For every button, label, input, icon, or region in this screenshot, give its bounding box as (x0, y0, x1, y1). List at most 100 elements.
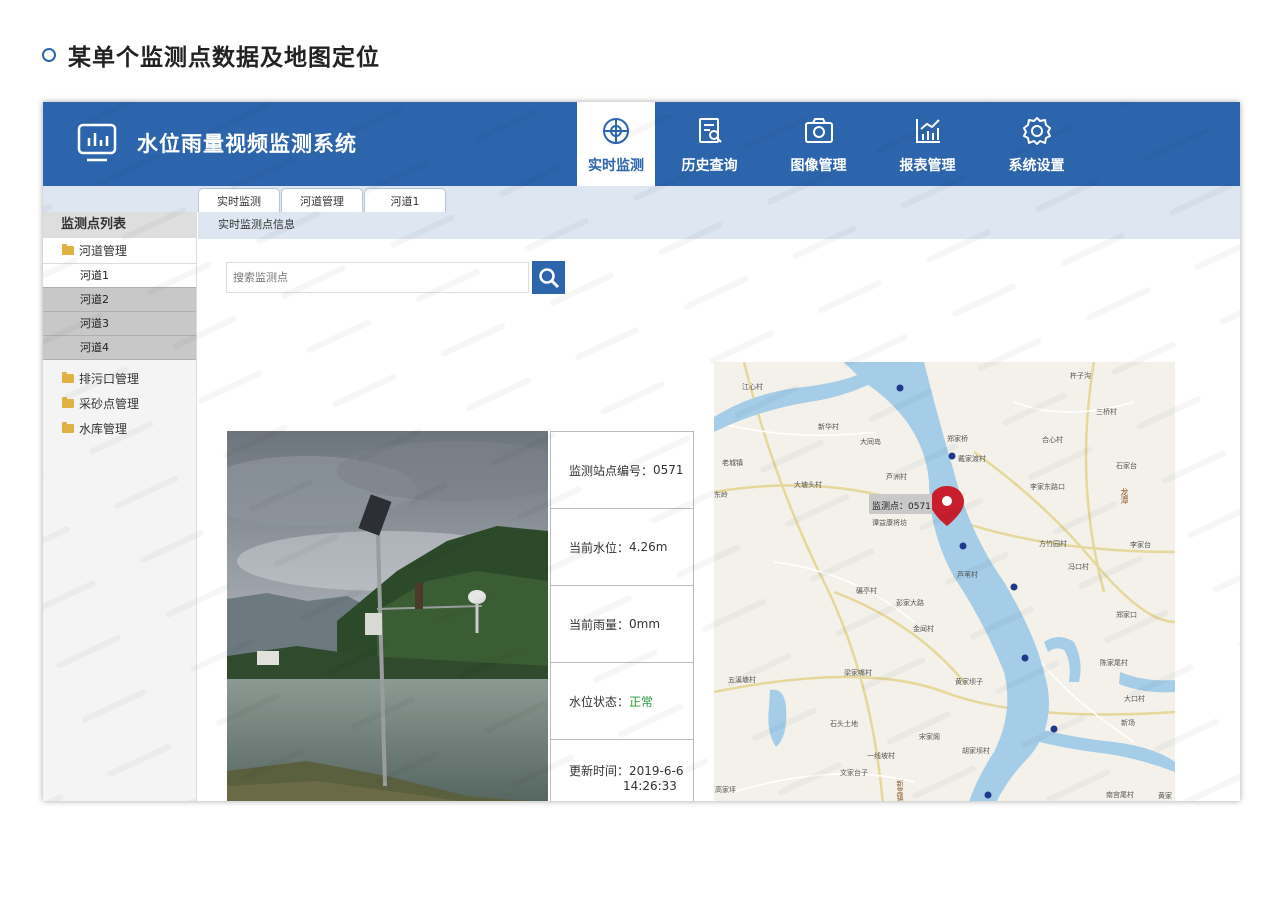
nav-label: 图像管理 (790, 158, 847, 174)
map-place-label: 文家台子 (840, 769, 868, 777)
water-status-label: 水位状态： (569, 694, 630, 709)
map-place-label: 芦洲村 (886, 473, 907, 481)
map-canvas (714, 362, 1175, 801)
compass-icon (603, 118, 629, 144)
map-place-label: 一线坡村 (867, 752, 895, 760)
map-place-label: 杵子沟 (1070, 372, 1091, 380)
map-place-label: 大同岛 (860, 438, 881, 446)
nav-label: 历史查询 (681, 158, 738, 174)
map-marker-label: 监测点：0571 (872, 502, 931, 512)
nav-history-query[interactable]: 历史查询 (655, 102, 764, 186)
monitor-chart-icon (77, 123, 117, 162)
map-place-label: 新华村 (818, 423, 839, 431)
heading-bullet-icon (42, 48, 56, 62)
map-place-label: 大塘头村 (794, 481, 822, 489)
folder-icon (62, 422, 74, 433)
folder-label: 采砂点管理 (79, 397, 140, 411)
map-place-label: 大口村 (1124, 695, 1145, 703)
map-place-label: 石头土地 (830, 720, 858, 728)
folder-label: 水库管理 (79, 422, 128, 436)
water-status-row: 水位状态： 正常 (551, 663, 693, 740)
folder-label: 排污口管理 (79, 372, 140, 386)
map-place-label: 黄家 (1158, 792, 1172, 800)
map-place-label: 郑家口 (1116, 611, 1137, 619)
station-code-row: 监测站点编号： 0571 (551, 432, 693, 509)
nav-system-settings[interactable]: 系统设置 (982, 102, 1091, 186)
sidebar-folder-outfall[interactable]: 排污口管理 (43, 366, 196, 391)
sidebar-folder-river[interactable]: 河道管理 (43, 238, 196, 264)
update-time-label: 更新时间： (569, 763, 630, 778)
map-place-label: 老城镇 (722, 459, 743, 467)
camera-icon (804, 118, 833, 143)
water-status-value: 正常 (629, 694, 654, 709)
sidebar-folder-sand[interactable]: 采砂点管理 (43, 391, 196, 416)
tab-river-management[interactable]: 河道管理 (281, 188, 363, 212)
map-place-label: 龙潭 (1120, 488, 1129, 504)
map-place-label: 五溪塘村 (728, 676, 756, 684)
map-place-label: 彭家大路 (896, 599, 924, 607)
map-place-label: 新场 (1121, 719, 1135, 727)
tab-strip: 实时监测 河道管理 河道1 (43, 186, 1240, 212)
chart-icon (915, 119, 940, 143)
main-panel: 实时监测点信息 搜索监测点 监测站点编号： 0571 当前水位： 4.26m 当… (198, 212, 1240, 801)
map-place-label: 陈家尾村 (1100, 659, 1128, 667)
map-place-label: 胡家坝村 (962, 747, 990, 755)
update-time-date: 2019-6-6 (629, 763, 684, 778)
sidebar-title: 监测点列表 (43, 212, 196, 238)
page-heading: 某单个监测点数据及地图定位 (42, 38, 380, 72)
folder-label: 河道管理 (79, 244, 128, 258)
sidebar-item-river-1[interactable]: 河道1 (43, 264, 196, 288)
map-place-label: 新堂镇 (896, 780, 904, 801)
station-map[interactable]: 监测点：0571 江心村 新华村 大同岛 老城镇 大塘头村 芦洲村 郑家桥 戴家… (714, 362, 1175, 801)
map-place-label: 碾亭村 (856, 587, 877, 595)
map-place-label: 郑家桥 (947, 435, 968, 443)
sidebar-folder-reservoir[interactable]: 水库管理 (43, 416, 196, 441)
sidebar-item-river-2[interactable]: 河道2 (43, 288, 196, 312)
folder-icon (62, 397, 74, 408)
water-level-label: 当前水位： (569, 540, 630, 555)
map-place-label: 三桥村 (1096, 408, 1117, 416)
water-level-value: 4.26m (629, 540, 668, 554)
nav-image-management[interactable]: 图像管理 (764, 102, 873, 186)
map-place-label: 李家台 (1130, 541, 1151, 549)
app-title: 水位雨量视频监测系统 (137, 132, 357, 156)
water-level-row: 当前水位： 4.26m (551, 509, 693, 586)
station-code-label: 监测站点编号： (569, 463, 654, 478)
gear-icon (1022, 117, 1051, 145)
search-input[interactable] (226, 262, 529, 293)
page-heading-text: 某单个监测点数据及地图定位 (68, 45, 380, 71)
map-place-label: 方竹园村 (1039, 540, 1067, 548)
rainfall-value: 0mm (629, 617, 661, 631)
map-place-label: 南宫尾村 (1106, 791, 1134, 799)
folder-icon (62, 244, 74, 255)
station-photo (227, 431, 548, 801)
search-button[interactable] (532, 261, 565, 294)
map-place-label: 东岭 (714, 491, 728, 499)
map-place-label: 江心村 (742, 383, 763, 391)
brand: 水位雨量视频监测系统 (77, 122, 357, 164)
map-place-label: 谭益康将坊 (872, 519, 907, 527)
map-place-label: 冯口村 (1068, 563, 1089, 571)
app-window: 水位雨量视频监测系统 实时监测 历史查询 图像管理 报表管理 系统设置 实时监测… (43, 102, 1240, 801)
sidebar: 监测点列表 河道管理 河道1 河道2 河道3 河道4 排污口管理 采砂点管理 水… (43, 212, 197, 801)
nav-report-management[interactable]: 报表管理 (873, 102, 982, 186)
search-icon (538, 267, 559, 288)
tab-river-1[interactable]: 河道1 (364, 188, 446, 212)
nav-realtime-monitor[interactable]: 实时监测 (577, 102, 655, 186)
map-place-label: 芦苇村 (957, 571, 978, 579)
tab-realtime-monitor[interactable]: 实时监测 (198, 188, 280, 212)
map-place-label: 高家坪 (715, 786, 736, 794)
nav-label: 系统设置 (1008, 158, 1065, 174)
map-place-label: 李家东路口 (1030, 483, 1065, 491)
folder-icon (62, 372, 74, 383)
nav-label: 实时监测 (588, 158, 644, 174)
history-doc-icon (698, 118, 722, 143)
map-place-label: 黄家坝子 (955, 678, 983, 686)
map-place-label: 合心村 (1042, 436, 1063, 444)
map-place-label: 宋家阁 (919, 733, 940, 741)
sidebar-item-river-3[interactable]: 河道3 (43, 312, 196, 336)
update-time-clock: 14:26:33 (623, 778, 677, 793)
rainfall-row: 当前雨量： 0mm (551, 586, 693, 663)
map-place-label: 石家台 (1116, 462, 1137, 470)
sidebar-item-river-4[interactable]: 河道4 (43, 336, 196, 360)
